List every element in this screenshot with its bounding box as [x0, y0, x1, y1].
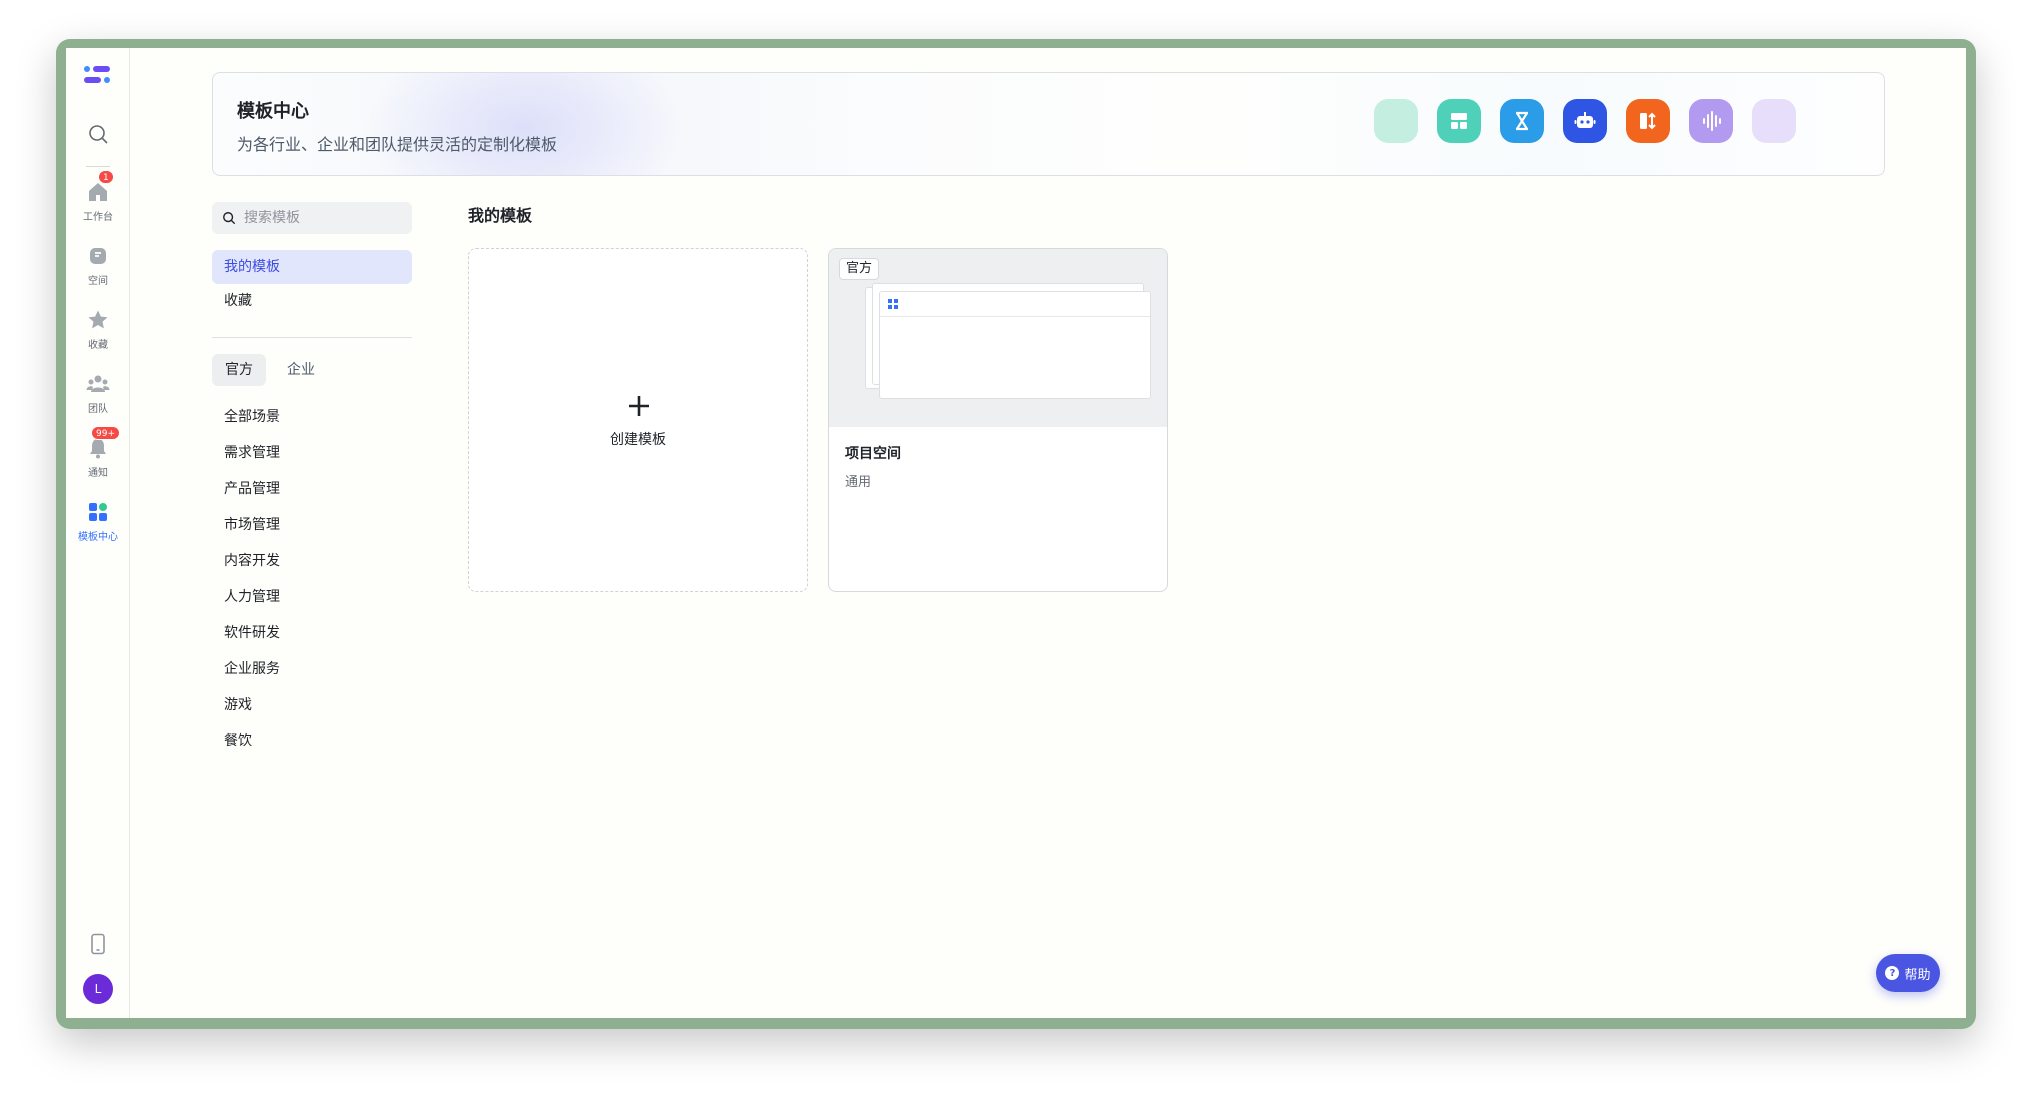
space-icon	[86, 244, 110, 268]
rail-item-label: 团队	[88, 404, 108, 415]
category-item[interactable]: 企业服务	[224, 659, 280, 679]
app-logo-icon[interactable]	[84, 64, 112, 86]
app-icon-strip	[1374, 99, 1796, 143]
category-item[interactable]: 餐饮	[224, 731, 252, 751]
split-swap-icon[interactable]	[1626, 99, 1670, 143]
rail-item-label: 通知	[88, 468, 108, 479]
category-item[interactable]: 产品管理	[224, 479, 280, 499]
bell-icon: 99+	[86, 426, 120, 460]
rail-search-icon[interactable]	[86, 122, 110, 146]
team-icon	[86, 372, 110, 396]
layout-icon[interactable]	[1437, 99, 1481, 143]
help-icon: ?	[1885, 966, 1900, 980]
rail-item-favorites[interactable]: 收藏	[66, 308, 130, 360]
rail-item-label: 空间	[88, 276, 108, 287]
rail-item-label: 工作台	[83, 212, 113, 223]
home-icon: 1	[86, 170, 114, 204]
help-button[interactable]: ? 帮助	[1876, 954, 1940, 992]
nav-favorites[interactable]: 收藏	[212, 284, 412, 318]
template-grid-icon	[86, 500, 110, 524]
audio-wave-icon[interactable]	[1689, 99, 1733, 143]
category-item[interactable]: 全部场景	[224, 407, 280, 427]
mint-blank-icon[interactable]	[1374, 99, 1418, 143]
lavender-blank-icon[interactable]	[1752, 99, 1796, 143]
search-input[interactable]	[244, 210, 394, 226]
category-item[interactable]: 人力管理	[224, 587, 280, 607]
template-center-banner: 模板中心 为各行业、企业和团队提供灵活的定制化模板	[212, 72, 1885, 176]
template-name: 项目空间	[845, 446, 901, 462]
page-title: 模板中心	[237, 101, 309, 122]
category-item[interactable]: 内容开发	[224, 551, 280, 571]
category-item[interactable]: 市场管理	[224, 515, 280, 535]
rail-item-template-center[interactable]: 模板中心	[66, 500, 130, 552]
user-avatar[interactable]: L	[83, 974, 113, 1004]
rail-item-label: 收藏	[88, 340, 108, 351]
preview-app-icon	[888, 299, 898, 309]
rail-item-label: 模板中心	[78, 532, 118, 543]
search-icon	[223, 212, 236, 225]
preview-sheet-front	[879, 291, 1151, 399]
workbench-badge: 1	[98, 170, 114, 184]
create-template-label: 创建模板	[610, 432, 666, 448]
notifications-badge: 99+	[91, 426, 120, 440]
plus-icon	[629, 396, 649, 416]
sidebar-divider	[212, 337, 412, 338]
star-icon	[86, 308, 110, 332]
category-item[interactable]: 游戏	[224, 695, 252, 715]
preview-header-line	[880, 316, 1150, 317]
app-rail: 1 工作台 空间 收藏 团队 99+ 通知 模板中心 L	[66, 48, 130, 1018]
create-template-card[interactable]: 创建模板	[468, 248, 808, 592]
nav-my-templates[interactable]: 我的模板	[212, 250, 412, 284]
robot-icon[interactable]	[1563, 99, 1607, 143]
template-meta: 通用	[845, 475, 872, 490]
tab-official[interactable]: 官方	[212, 354, 266, 386]
rail-divider	[86, 166, 110, 167]
section-title: 我的模板	[468, 206, 533, 225]
banner-glow	[363, 73, 683, 175]
template-preview: 官方	[829, 249, 1167, 427]
rail-item-team[interactable]: 团队	[66, 372, 130, 424]
tab-enterprise[interactable]: 企业	[274, 354, 328, 386]
category-item[interactable]: 软件研发	[224, 623, 280, 643]
rail-item-workbench[interactable]: 1 工作台	[66, 170, 130, 232]
template-tag: 官方	[839, 258, 880, 280]
app-window: 1 工作台 空间 收藏 团队 99+ 通知 模板中心 L 模板中心 为各行业、企…	[66, 48, 1966, 1018]
template-search[interactable]	[212, 202, 412, 234]
category-item[interactable]: 需求管理	[224, 443, 280, 463]
source-switch: 官方 企业	[212, 354, 328, 386]
rail-item-space[interactable]: 空间	[66, 244, 130, 296]
rail-item-notifications[interactable]: 99+ 通知	[66, 426, 130, 488]
help-label: 帮助	[1904, 967, 1931, 983]
mobile-icon[interactable]	[86, 932, 110, 956]
template-card-project-space[interactable]: 官方 项目空间 通用	[828, 248, 1168, 592]
page-subtitle: 为各行业、企业和团队提供灵活的定制化模板	[237, 135, 558, 154]
hourglass-icon[interactable]	[1500, 99, 1544, 143]
